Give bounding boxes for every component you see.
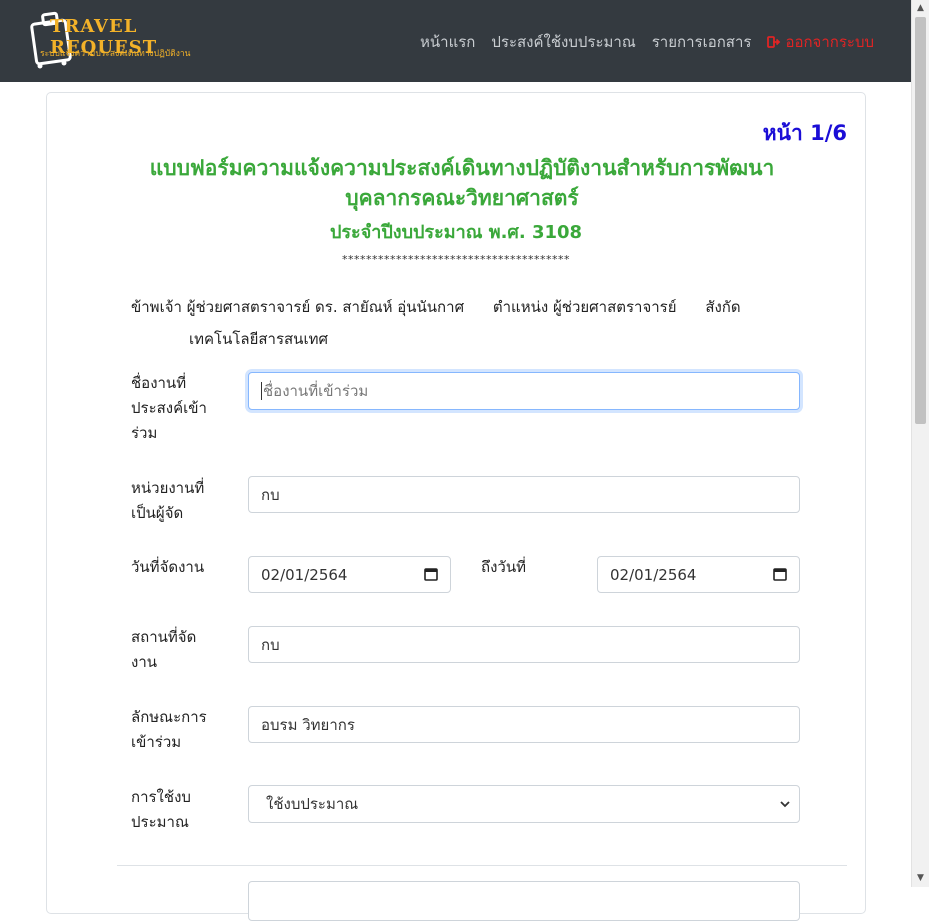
sign-out-icon <box>767 36 781 48</box>
brand-logo[interactable]: TRAVEL REQUEST ระบบแจ้งความประสงค์เดินทา… <box>30 10 230 70</box>
affiliation-label: สังกัด <box>705 298 741 316</box>
organizer-input[interactable]: กบ <box>248 476 800 513</box>
participation-input[interactable]: อบรม วิทยากร <box>248 706 800 743</box>
participation-label: ลักษณะการเข้าร่วม <box>131 708 207 751</box>
nav-documents-link[interactable]: รายการเอกสาร <box>652 30 752 54</box>
organizer-value: กบ <box>261 485 280 504</box>
venue-label: สถานที่จัดงาน <box>131 628 197 671</box>
nav-links: หน้าแรก ประสงค์ใช้งบประมาณ รายการเอกสาร … <box>420 30 874 54</box>
start-date-value: 02/01/2564 <box>261 565 348 584</box>
nav-budget-link[interactable]: ประสงค์ใช้งบประมาณ <box>491 30 635 54</box>
start-date-input[interactable]: 02/01/2564 <box>248 556 451 593</box>
scroll-thumb[interactable] <box>915 17 926 424</box>
stars-separator: ************************************** <box>342 253 570 266</box>
calendar-icon[interactable] <box>773 567 787 581</box>
start-date-label: วันที่จัดงาน <box>131 558 205 576</box>
form-title: แบบฟอร์มความแจ้งความประสงค์เดินทางปฏิบัต… <box>149 156 775 210</box>
event-name-placeholder: ชื่องานที่เข้าร่วม <box>263 382 369 400</box>
scroll-down-icon[interactable]: ▼ <box>912 870 929 887</box>
brand-subtitle: ระบบแจ้งความประสงค์เดินทางปฏิบัติงาน <box>40 49 191 59</box>
calendar-icon[interactable] <box>424 567 438 581</box>
applicant-name: ผู้ช่วยศาสตราจารย์ ดร. สายัณห์ อุ่นนันกา… <box>186 298 465 316</box>
form-card: หน้า 1/6 แบบฟอร์มความแจ้งความประสงค์เดิน… <box>46 92 866 921</box>
section-divider <box>117 865 847 866</box>
venue-input[interactable]: กบ <box>248 626 800 663</box>
organizer-label: หน่วยงานที่เป็นผู้จัด <box>131 479 205 522</box>
end-date-label: ถึงวันที่ <box>481 558 526 576</box>
nav-home-link[interactable]: หน้าแรก <box>420 30 475 54</box>
applicant-position: ผู้ช่วยศาสตราจารย์ <box>552 298 677 316</box>
next-section-input[interactable] <box>248 881 800 921</box>
applicant-affiliation: เทคโนโลยีสารสนเทศ <box>189 330 328 348</box>
fiscal-year: ประจำปีงบประมาณ พ.ศ. 3108 <box>329 222 583 243</box>
budget-use-selected: ใช้งบประมาณ <box>266 795 359 813</box>
applicant-info: ข้าพเจ้า ผู้ช่วยศาสตราจารย์ ดร. สายัณห์ … <box>131 291 811 355</box>
venue-value: กบ <box>261 635 280 654</box>
scroll-up-icon[interactable]: ▲ <box>912 0 929 17</box>
i-am-label: ข้าพเจ้า <box>131 298 182 316</box>
logout-link[interactable]: ออกจากระบบ <box>767 30 874 54</box>
chevron-down-icon <box>780 801 790 808</box>
page-scrollbar[interactable]: ▲ ▼ <box>911 0 929 887</box>
logout-label: ออกจากระบบ <box>785 33 874 51</box>
top-navbar: TRAVEL REQUEST ระบบแจ้งความประสงค์เดินทา… <box>0 0 912 82</box>
end-date-input[interactable]: 02/01/2564 <box>597 556 800 593</box>
event-name-label: ชื่องานที่ประสงค์เข้าร่วม <box>131 374 207 442</box>
participation-value: อบรม วิทยากร <box>261 715 355 734</box>
event-name-input[interactable]: ชื่องานที่เข้าร่วม <box>248 372 800 410</box>
position-label: ตำแหน่ง <box>492 298 549 316</box>
text-caret <box>261 382 262 400</box>
budget-use-select[interactable]: ใช้งบประมาณ <box>248 785 800 823</box>
page-indicator: หน้า 1/6 <box>762 121 847 145</box>
budget-use-label: การใช้งบประมาณ <box>131 788 191 831</box>
end-date-value: 02/01/2564 <box>610 565 697 584</box>
